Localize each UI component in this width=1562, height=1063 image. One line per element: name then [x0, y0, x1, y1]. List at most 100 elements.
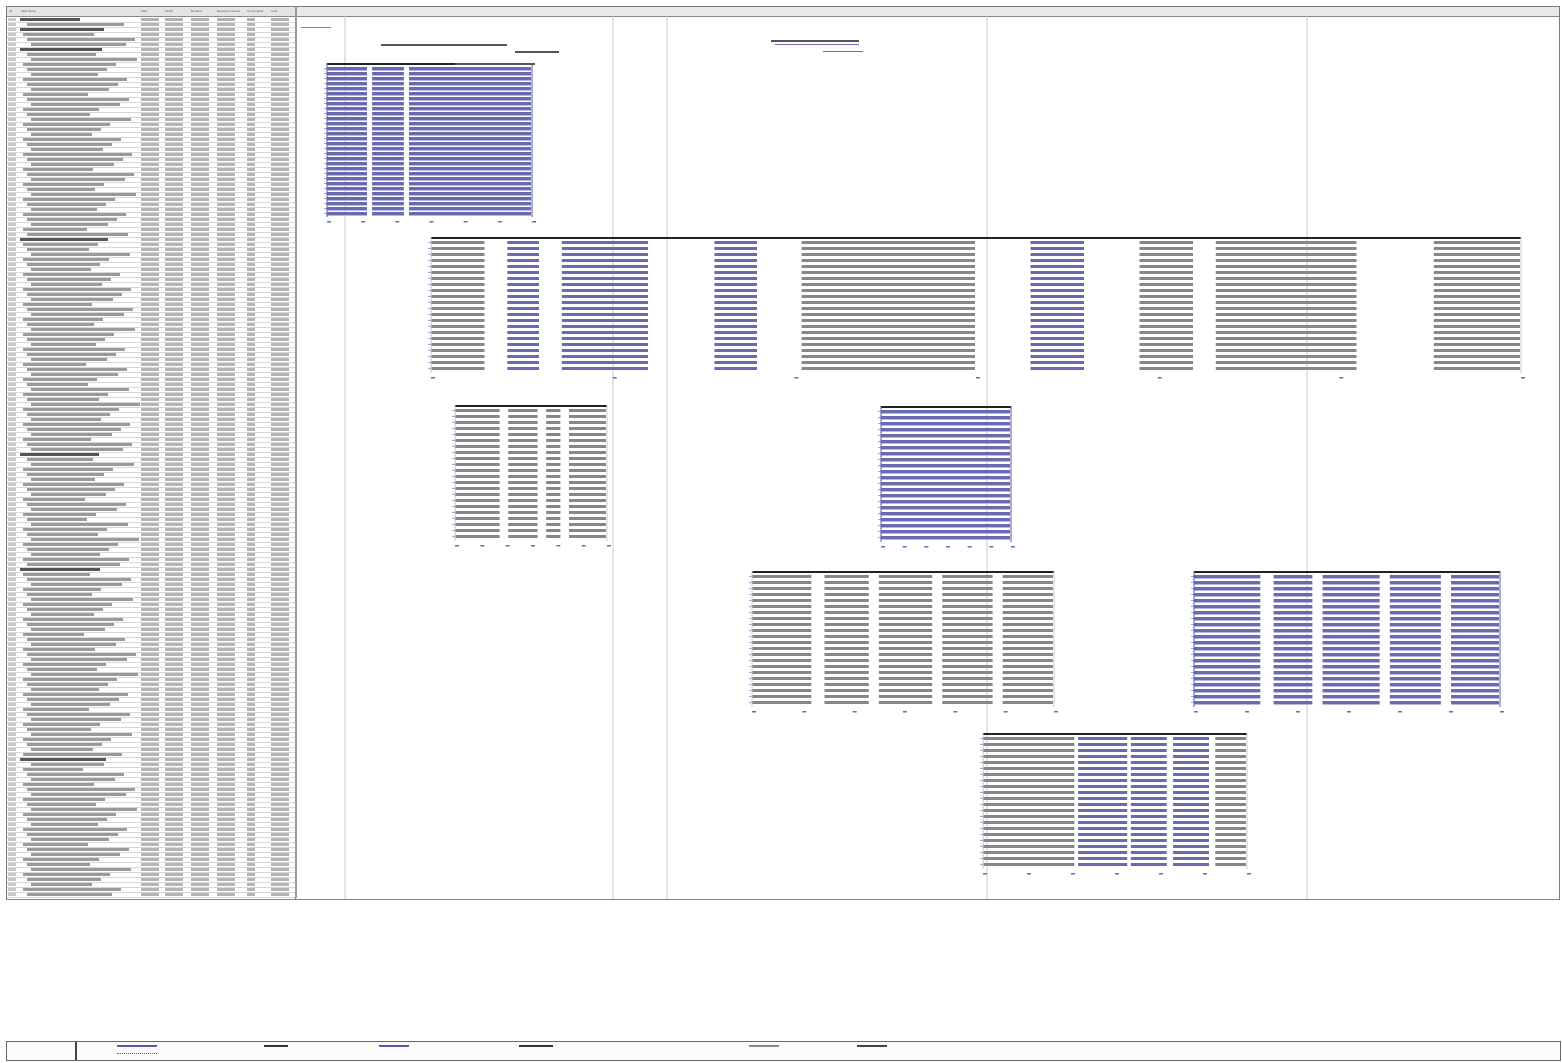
task-name-cell [31, 133, 92, 136]
task-value-cell [217, 258, 235, 261]
task-value-cell [217, 163, 235, 166]
task-bar [1139, 343, 1193, 346]
task-value-cell [247, 223, 255, 226]
task-value-cell [271, 363, 289, 366]
task-bar [1389, 653, 1441, 656]
task-value-cell [217, 883, 235, 886]
task-bar-shadow [1273, 590, 1313, 591]
task-bar [878, 701, 933, 704]
task-bar [1194, 599, 1261, 602]
task-id-cell [8, 288, 16, 291]
task-value-cell [271, 453, 289, 456]
task-value-cell [247, 238, 255, 241]
task-id-cell [8, 343, 16, 346]
task-value-cell [191, 288, 209, 291]
task-row[interactable] [7, 892, 295, 898]
task-bar-shadow [372, 185, 404, 186]
task-value-cell [165, 798, 183, 801]
task-bar-shadow [1194, 650, 1261, 651]
task-name-cell [23, 813, 116, 816]
task-value-cell [271, 458, 289, 461]
task-bar [1215, 809, 1246, 812]
task-value-cell [217, 873, 235, 876]
task-bar [507, 253, 539, 256]
task-value-cell [191, 233, 209, 236]
task-value-cell [247, 43, 255, 46]
task-value-cell [165, 788, 183, 791]
column-header-finish[interactable]: Finish [165, 9, 173, 13]
task-bar [801, 277, 975, 280]
task-bar [1194, 593, 1261, 596]
task-id-cell [8, 508, 16, 511]
task-bar [1273, 593, 1313, 596]
task-value-cell [141, 193, 159, 196]
task-bar [1322, 641, 1380, 644]
task-table-pane[interactable]: ID Task Name Start Finish Duration Resou… [6, 6, 296, 900]
task-value-cell [217, 798, 235, 801]
column-header-cost[interactable]: Cost [271, 9, 277, 13]
task-name-cell [27, 83, 118, 86]
task-value-cell [217, 713, 235, 716]
task-value-cell [247, 198, 255, 201]
task-bar-shadow [372, 180, 404, 181]
task-value-cell [165, 738, 183, 741]
gantt-chart-pane[interactable] [297, 6, 1560, 900]
task-value-cell [247, 863, 255, 866]
task-value-cell [271, 118, 289, 121]
task-value-cell [165, 713, 183, 716]
task-name-cell [23, 303, 92, 306]
task-bar-shadow [372, 195, 404, 196]
task-value-cell [165, 833, 183, 836]
column-header-task-name[interactable]: Task Name [21, 9, 36, 13]
task-name-cell [23, 618, 123, 621]
task-value-cell [271, 893, 289, 896]
task-name-cell [31, 418, 101, 421]
task-value-cell [191, 868, 209, 871]
task-bar [983, 851, 1075, 854]
task-bar [561, 295, 648, 298]
column-header-resources[interactable]: Resource Names [217, 9, 240, 13]
task-bar [1389, 677, 1441, 680]
task-value-cell [191, 333, 209, 336]
column-header-complete[interactable]: % Complete [247, 9, 263, 13]
task-bar [1322, 599, 1380, 602]
task-value-cell [247, 888, 255, 891]
task-value-cell [165, 658, 183, 661]
task-value-cell [191, 73, 209, 76]
column-header-id[interactable]: ID [9, 9, 12, 13]
task-name-cell [23, 333, 114, 336]
task-value-cell [141, 788, 159, 791]
task-value-cell [165, 668, 183, 671]
task-bar [1139, 331, 1193, 334]
task-name-cell [27, 368, 127, 371]
task-value-cell [141, 573, 159, 576]
task-bar [714, 301, 757, 304]
task-bar [1139, 277, 1193, 280]
task-bar [561, 241, 648, 244]
task-id-cell [8, 228, 16, 231]
task-value-cell [217, 893, 235, 896]
task-value-cell [141, 558, 159, 561]
task-bar-shadow [1194, 578, 1261, 579]
task-value-cell [191, 403, 209, 406]
task-bar [569, 427, 606, 430]
task-bar [455, 463, 500, 466]
column-header-duration[interactable]: Duration [191, 9, 202, 13]
task-value-cell [141, 768, 159, 771]
task-value-cell [271, 423, 289, 426]
task-value-cell [165, 33, 183, 36]
task-id-cell [8, 28, 16, 31]
task-value-cell [191, 818, 209, 821]
task-bar [507, 277, 539, 280]
task-value-cell [271, 418, 289, 421]
task-bar-shadow [1451, 698, 1499, 699]
task-name-cell [23, 228, 87, 231]
task-bar [714, 283, 757, 286]
task-id-cell [8, 838, 16, 841]
task-value-cell [191, 498, 209, 501]
gantt-chart-canvas[interactable] [297, 7, 1559, 899]
column-header-start[interactable]: Start [141, 9, 147, 13]
task-value-cell [217, 858, 235, 861]
task-bar-shadow [1194, 602, 1261, 603]
task-value-cell [191, 243, 209, 246]
